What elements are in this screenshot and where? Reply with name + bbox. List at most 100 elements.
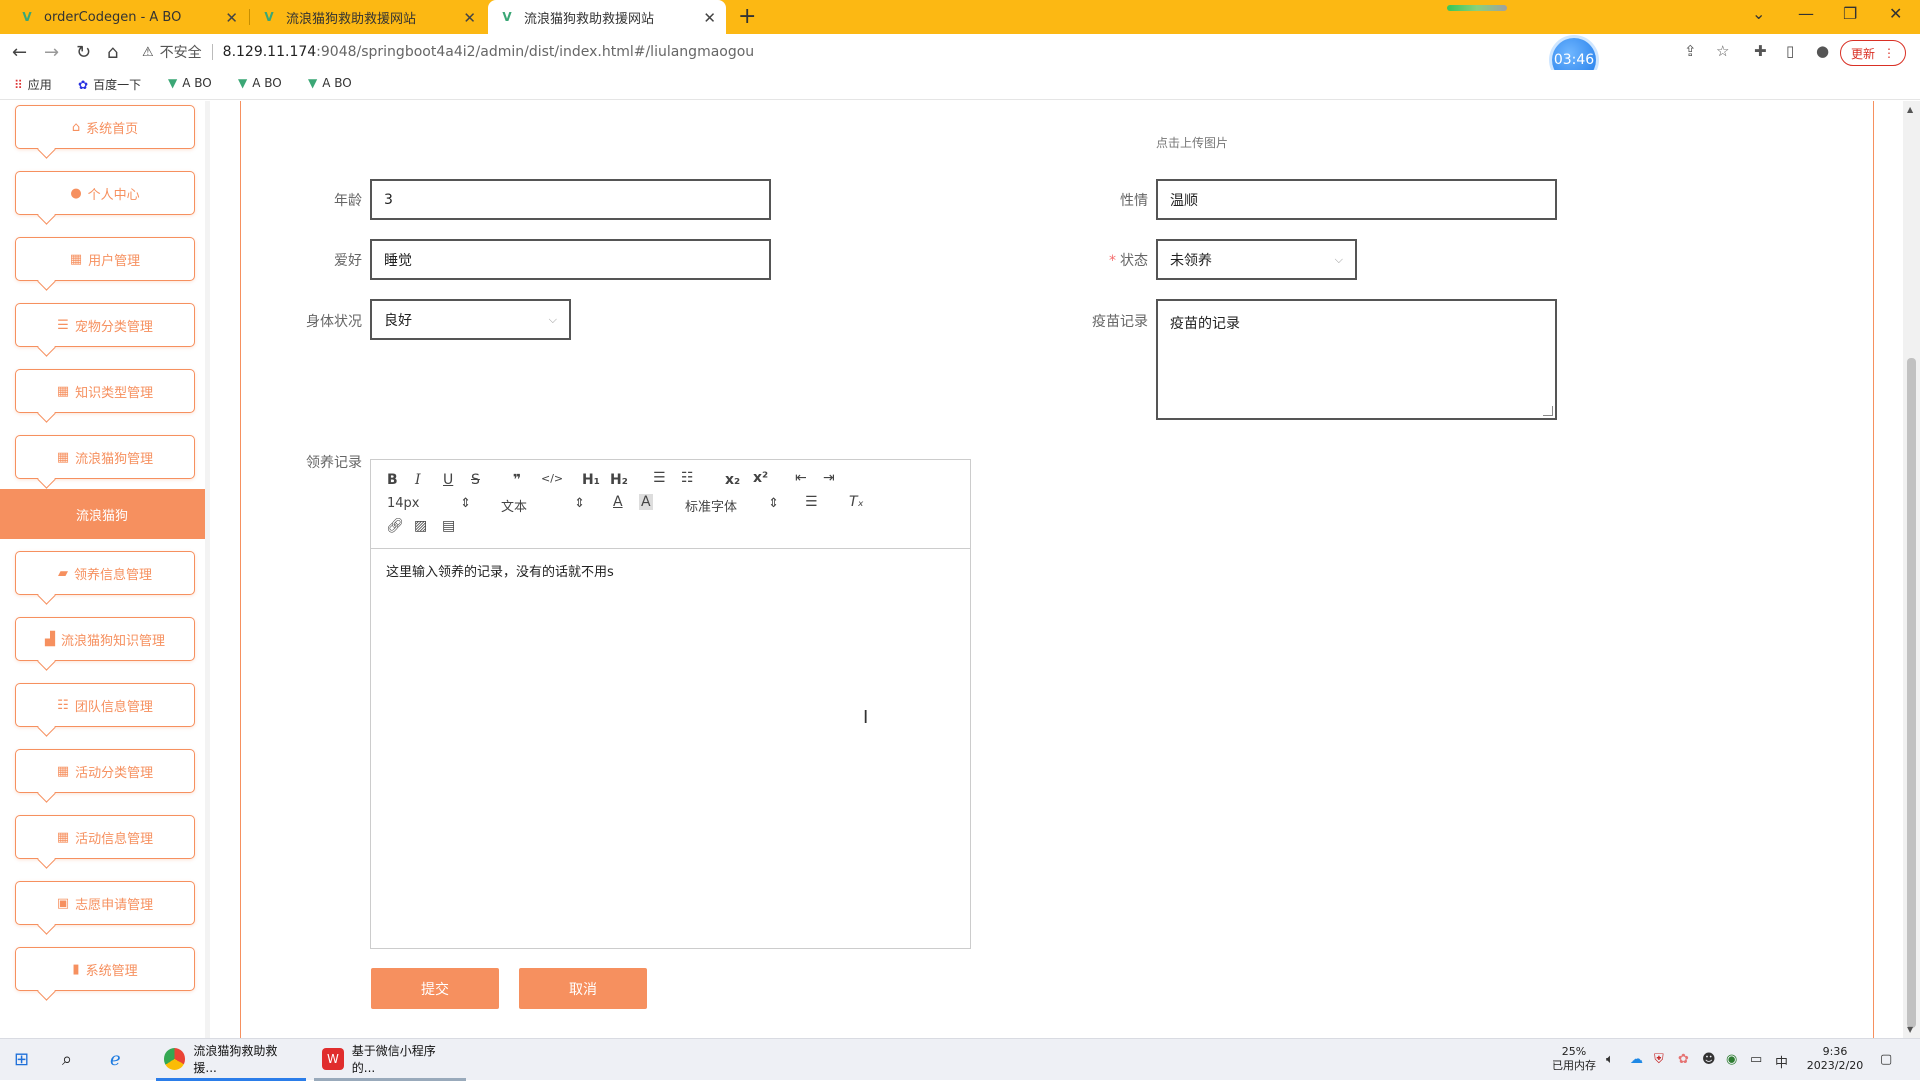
memory-indicator[interactable]: 25% 已用内存 <box>1552 1045 1596 1073</box>
sidebar-item-home[interactable]: ⌂ 系统首页 <box>15 105 195 149</box>
font-size-select[interactable]: 14px ⇕ <box>387 496 471 511</box>
reload-icon[interactable]: ↻ <box>76 42 91 63</box>
sidebar-item-knowledge-type[interactable]: ▦ 知识类型管理 <box>15 369 195 413</box>
video-icon[interactable]: ▤ <box>442 518 455 534</box>
search-icon[interactable]: ⌕ <box>62 1049 72 1070</box>
qq-icon[interactable]: ☻ <box>1702 1052 1716 1067</box>
highlight-icon[interactable]: A <box>639 494 653 510</box>
strike-icon[interactable]: S <box>471 472 480 488</box>
taskbar-app-wps[interactable]: W 基于微信小程序的... <box>314 1039 466 1081</box>
code-icon[interactable]: </> <box>541 472 563 485</box>
scroll-down-icon[interactable]: ▼ <box>1907 1025 1913 1034</box>
url-field[interactable]: ⚠ 不安全 8.129.11.174 :9048/springboot4a4i2… <box>142 40 754 64</box>
bookmark-abo-1[interactable]: ▼ A BO <box>168 76 212 90</box>
new-tab-button[interactable]: + <box>738 4 756 29</box>
heading1-icon[interactable]: H₁ <box>582 472 600 488</box>
bookmark-baidu[interactable]: ✿ 百度一下 <box>78 76 141 93</box>
editor-content[interactable]: 这里输入领养的记录，没有的话就不用s <box>386 561 614 580</box>
underline-icon[interactable]: U <box>443 472 453 488</box>
bold-icon[interactable]: B <box>387 472 398 488</box>
resize-handle[interactable] <box>1543 406 1553 416</box>
health-select[interactable]: 良好 ⌵ <box>370 299 571 340</box>
heading2-icon[interactable]: H₂ <box>610 472 628 488</box>
back-arrow-icon[interactable]: ← <box>12 42 27 63</box>
sidebar-subitem-stray-pets[interactable]: 流浪猫狗 <box>0 489 205 539</box>
volume-icon[interactable]: 🔈︎ <box>1606 1052 1614 1067</box>
minimize-icon[interactable]: — <box>1798 4 1814 23</box>
font-family-select[interactable]: 标准字体 ⇕ <box>685 496 779 515</box>
sidebar-item-stray-pets[interactable]: ▦ 流浪猫狗管理 <box>15 435 195 479</box>
subscript-icon[interactable]: x₂ <box>725 472 740 488</box>
image-icon[interactable]: ▨ <box>414 518 427 534</box>
sidebar-item-activity-category[interactable]: ▦ 活动分类管理 <box>15 749 195 793</box>
ime-indicator[interactable]: 中 <box>1775 1052 1788 1071</box>
tab-rescue-site-1[interactable]: V 流浪猫狗救助救援网站 ✕ <box>250 0 486 34</box>
align-icon[interactable]: ☰ <box>805 494 818 510</box>
upload-image-hint[interactable]: 点击上传图片 <box>1156 134 1228 151</box>
sidebar-item-users[interactable]: ▦ 用户管理 <box>15 237 195 281</box>
tab-ordercodegen[interactable]: V orderCodegen - A BO ✕ <box>8 0 248 34</box>
blockquote-icon[interactable]: ❞ <box>513 472 521 488</box>
profile-icon[interactable]: ● <box>1816 42 1829 60</box>
ordered-list-icon[interactable]: ☰ <box>653 470 666 486</box>
chevron-down-icon[interactable]: ⌄ <box>1752 4 1765 23</box>
sidebar-item-team[interactable]: ☷ 团队信息管理 <box>15 683 195 727</box>
scroll-thumb[interactable] <box>1907 358 1916 1028</box>
temperament-field[interactable]: 温顺 <box>1156 179 1557 220</box>
scroll-up-icon[interactable]: ▲ <box>1907 105 1913 114</box>
cloud-icon[interactable]: ☁ <box>1630 1052 1643 1067</box>
sidebar-item-activity-info[interactable]: ▦ 活动信息管理 <box>15 815 195 859</box>
tab-rescue-site-2[interactable]: V 流浪猫狗救助救援网站 ✕ <box>488 0 726 34</box>
bullet-list-icon[interactable]: ☷ <box>681 470 694 486</box>
status-select[interactable]: 未领养 ⌵ <box>1156 239 1357 280</box>
close-icon[interactable]: ✕ <box>225 9 238 27</box>
indent-icon[interactable]: ⇥ <box>823 470 835 486</box>
security-tray-icon[interactable]: ◉ <box>1726 1052 1737 1067</box>
clock[interactable]: 9:36 2023/2/20 <box>1800 1045 1870 1073</box>
taskbar-app-chrome[interactable]: 流浪猫狗救助救援... <box>156 1039 306 1081</box>
star-icon[interactable]: ☆ <box>1716 42 1729 60</box>
sidebar-item-profile[interactable]: ● 个人中心 <box>15 171 195 215</box>
home-icon[interactable]: ⌂ <box>107 42 118 63</box>
grid-icon: ▦ <box>56 763 70 779</box>
sidebar-item-volunteer[interactable]: ▣ 志愿申请管理 <box>15 881 195 925</box>
app-tray-icon[interactable]: ✿ <box>1678 1052 1689 1067</box>
close-icon[interactable]: ✕ <box>463 9 476 27</box>
ie-icon[interactable]: ℯ <box>110 1049 121 1070</box>
window-close-icon[interactable]: ✕ <box>1889 4 1902 23</box>
hobby-field[interactable]: 睡觉 <box>370 239 771 280</box>
sidebar-item-label: 流浪猫狗知识管理 <box>60 633 165 649</box>
sidepanel-icon[interactable]: ▯ <box>1786 42 1794 60</box>
page-scrollbar[interactable]: ▲ ▼ <box>1903 101 1920 1038</box>
network-icon[interactable]: ▭ <box>1750 1052 1762 1067</box>
update-label: 更新 <box>1850 46 1875 61</box>
font-color-icon[interactable]: A <box>613 494 623 510</box>
shield-icon[interactable]: ⛨ <box>1654 1052 1664 1067</box>
bookmark-apps[interactable]: ⠿ 应用 <box>14 76 52 93</box>
outdent-icon[interactable]: ⇤ <box>795 470 807 486</box>
vue-icon: ▼ <box>168 76 178 90</box>
italic-icon[interactable]: I <box>415 472 421 488</box>
extensions-icon[interactable]: ✚ <box>1754 42 1767 60</box>
sidebar-item-system[interactable]: ▮ 系统管理 <box>15 947 195 991</box>
share-icon[interactable]: ⇪ <box>1684 42 1697 60</box>
sidebar-item-pet-knowledge[interactable]: ▟ 流浪猫狗知识管理 <box>15 617 195 661</box>
bookmark-abo-2[interactable]: ▼ A BO <box>238 76 282 90</box>
submit-button[interactable]: 提交 <box>371 968 499 1009</box>
text-style-select[interactable]: 文本 ⇕ <box>501 496 585 515</box>
sidebar-item-pet-category[interactable]: ☰ 宠物分类管理 <box>15 303 195 347</box>
restore-icon[interactable]: ❐ <box>1843 4 1857 23</box>
sidebar-item-adoption[interactable]: ▰ 领养信息管理 <box>15 551 195 595</box>
age-field[interactable]: 3 <box>370 179 771 220</box>
forward-arrow-icon[interactable]: → <box>44 42 59 63</box>
superscript-icon[interactable]: x² <box>753 470 768 486</box>
update-button[interactable]: 更新 ⋮ <box>1840 40 1906 66</box>
vaccine-textarea[interactable]: 疫苗的记录 <box>1156 299 1557 420</box>
link-icon[interactable]: 🔗︎ <box>386 518 404 534</box>
clear-format-icon[interactable]: Tₓ <box>849 494 864 510</box>
cancel-button[interactable]: 取消 <box>519 968 647 1009</box>
bookmark-abo-3[interactable]: ▼ A BO <box>308 76 352 90</box>
windows-start-icon[interactable]: ⊞ <box>14 1049 29 1070</box>
close-icon[interactable]: ✕ <box>703 9 716 27</box>
notification-icon[interactable]: ▢ <box>1880 1052 1892 1067</box>
